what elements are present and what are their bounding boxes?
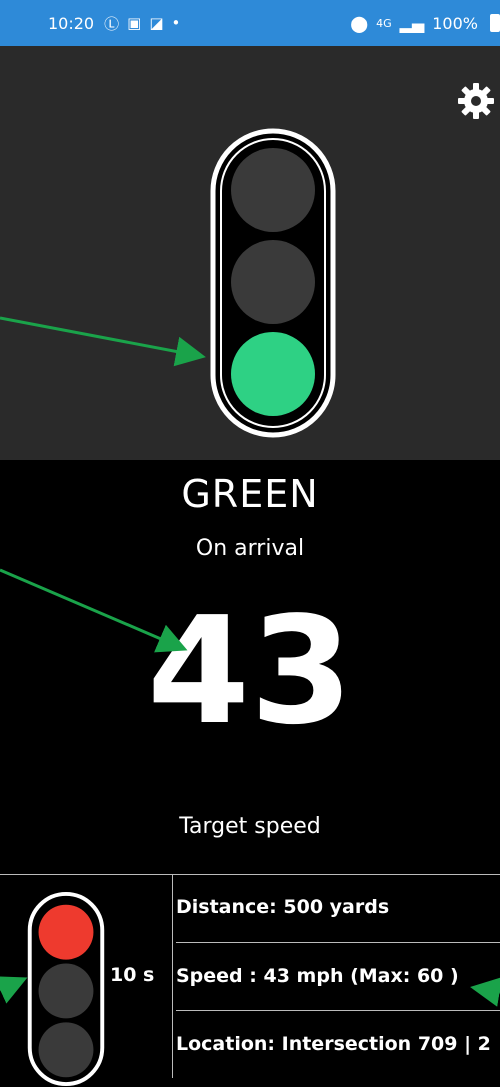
- divider: [172, 874, 173, 1078]
- green-lamp: [231, 332, 315, 416]
- small-red-lamp: [38, 904, 94, 960]
- network-label: 4G: [376, 16, 392, 30]
- gear-icon[interactable]: [457, 82, 495, 120]
- dot-icon: •: [171, 14, 181, 32]
- battery-label: 100%: [432, 13, 478, 33]
- status-time: 10:20: [48, 13, 95, 33]
- notification-icon: Ⓛ: [104, 14, 120, 33]
- location-icon: ⬤: [350, 13, 369, 33]
- speed-row: Speed : 43 mph (Max: 60 ): [176, 942, 500, 1008]
- signal-state: GREEN: [181, 472, 319, 516]
- status-bar: 10:20 Ⓛ ▣ ◪ • ⬤ 4G ▂▄ 100%: [0, 0, 500, 46]
- signal-icon: ▂▄: [399, 13, 425, 33]
- countdown-timer: 10 s: [110, 964, 155, 986]
- gallery-icon: ▣: [127, 14, 142, 32]
- traffic-light-small: [27, 891, 105, 1087]
- yellow-lamp: [231, 240, 315, 324]
- signal-subtitle: On arrival: [195, 536, 305, 561]
- traffic-light-large: [210, 128, 336, 438]
- small-green-lamp: [38, 1022, 94, 1078]
- distance-row: Distance: 500 yards: [176, 896, 390, 918]
- screenshot-icon: ◪: [149, 14, 164, 32]
- small-yellow-lamp: [38, 963, 94, 1019]
- target-speed-label: Target speed: [179, 814, 321, 839]
- red-lamp: [231, 148, 315, 232]
- target-speed-value: 43: [147, 585, 353, 757]
- location-row: Location: Intersection 709 | 2: [176, 1010, 500, 1076]
- battery-icon: [490, 14, 500, 32]
